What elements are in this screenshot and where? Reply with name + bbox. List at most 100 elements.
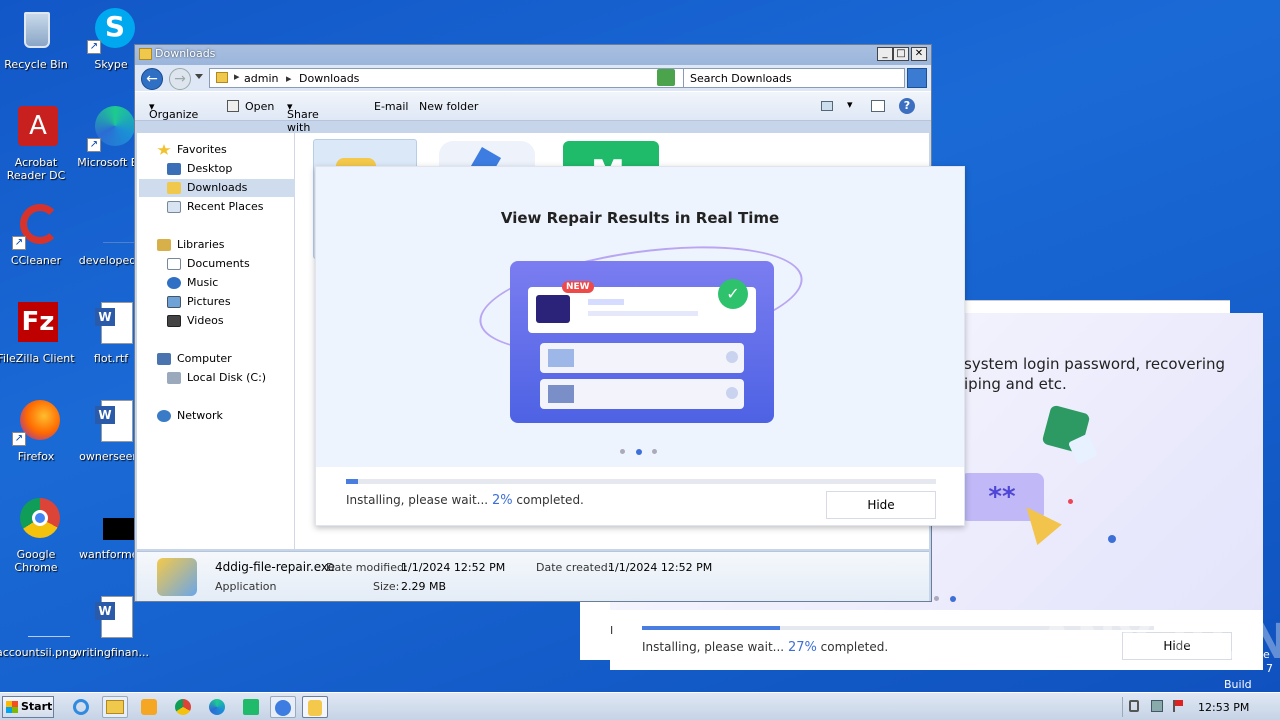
share-with-button[interactable]: Share with ▾ (287, 100, 319, 134)
acrobat-icon: A (12, 104, 60, 152)
nav-computer-label: Computer (177, 352, 232, 365)
search-icon[interactable] (907, 68, 927, 88)
desktop-icon-ccleaner[interactable]: ↗ CCleaner (0, 202, 76, 267)
nav-favorites-label: Favorites (177, 143, 227, 156)
view-dropdown-icon[interactable]: ▾ (847, 98, 853, 111)
preview-pane-icon[interactable] (871, 100, 885, 112)
details-pane: 4ddig-file-repair.exe Application Date m… (137, 551, 929, 601)
minimize-button[interactable]: _ (877, 47, 893, 61)
system-tray (1122, 697, 1192, 717)
videos-icon (167, 315, 181, 327)
installer-back-progress-fill (642, 626, 781, 630)
desktop-icon-acrobat[interactable]: A Acrobat Reader DC (0, 104, 76, 182)
carousel-dots (616, 449, 657, 457)
app-mockup: NEW ✓ (510, 261, 774, 423)
maximize-button[interactable]: □ (893, 47, 909, 61)
action-center-flag-icon[interactable] (1173, 700, 1183, 712)
taskbar-edge[interactable] (204, 696, 230, 718)
recent-places-icon (167, 201, 181, 213)
status-prefix: Installing, please wait... (346, 493, 489, 507)
carousel-dot[interactable] (620, 449, 625, 454)
desktop-icon-filezilla[interactable]: Fz FileZilla Client (0, 300, 76, 365)
taskbar-clock[interactable]: 12:53 PM (1198, 701, 1249, 714)
nav-libraries[interactable]: Libraries (157, 236, 313, 254)
carousel-dot-active[interactable] (636, 449, 642, 455)
status-prefix: Installing, please wait... (642, 640, 785, 654)
details-filename: 4ddig-file-repair.exe (215, 560, 336, 574)
installer-back-status: Installing, please wait... 27% completed… (642, 640, 888, 655)
details-modified-label: Date modified: (326, 561, 408, 574)
start-button[interactable]: Start (2, 696, 54, 718)
email-button[interactable]: E-mail (374, 100, 409, 113)
installer-front-progress-fill (346, 479, 358, 484)
dot-decoration (1108, 535, 1116, 543)
nav-network[interactable]: Network (157, 407, 313, 425)
status-suffix: completed. (820, 640, 889, 654)
status-percent: 2% (491, 493, 513, 508)
installer-front-status: Installing, please wait... 2% completed. (346, 493, 584, 508)
nav-downloads[interactable]: Downloads (139, 179, 295, 197)
explorer-titlebar[interactable]: Downloads _ □ ✕ (135, 45, 931, 65)
chrome-label: Google Chrome (14, 548, 58, 574)
small-check-icon (726, 351, 738, 363)
desktop-icon-chrome[interactable]: Google Chrome (0, 496, 76, 574)
small-check-icon (726, 387, 738, 399)
mockup-card (540, 379, 744, 409)
installer-front-hide-button[interactable]: Hide (826, 491, 936, 519)
nav-videos-label: Videos (187, 314, 224, 327)
taskbar-chrome[interactable] (170, 696, 196, 718)
writingfinan-label: writingfinan... (72, 646, 149, 659)
explorer-toolbar: Organize ▾ Open Share with ▾ E-mail New … (135, 91, 931, 134)
flot-label: flot.rtf (93, 352, 129, 365)
anyrun-watermark: ANY RUN (1038, 614, 1280, 670)
network-icon (157, 410, 171, 422)
new-folder-button[interactable]: New folder (419, 100, 478, 113)
check-icon: ✓ (718, 279, 748, 309)
explorer-navbar: ← → ▸ admin ▸ Downloads ▾ Search Downloa… (135, 65, 931, 91)
network-tray-icon[interactable] (1151, 700, 1163, 712)
view-icon[interactable] (821, 101, 833, 111)
start-label: Start (21, 700, 53, 713)
desktop-icon-writingfinan[interactable]: W writingfinan... (71, 594, 151, 659)
desktop-icon-recycle-bin[interactable]: Recycle Bin (0, 6, 76, 71)
breadcrumb-downloads[interactable]: Downloads (299, 72, 359, 85)
chrome-icon (12, 496, 60, 544)
forward-arrow-icon[interactable]: → (169, 68, 191, 90)
open-button[interactable]: Open (245, 100, 274, 113)
taskbar-installer[interactable] (302, 696, 328, 718)
green-app-icon (243, 699, 259, 715)
taskbar-app-green[interactable] (238, 696, 264, 718)
folder-icon (106, 700, 124, 714)
close-button[interactable]: ✕ (911, 47, 927, 61)
taskbar-app-repair[interactable] (270, 696, 296, 718)
nav-computer[interactable]: Computer (157, 350, 313, 368)
speaker-icon[interactable] (1129, 700, 1139, 712)
taskbar-media-player[interactable] (136, 696, 162, 718)
nav-favorites[interactable]: Favorites (157, 141, 313, 159)
nav-pictures-label: Pictures (187, 295, 231, 308)
organize-label: Organize (149, 108, 199, 121)
history-dropdown-icon[interactable] (195, 74, 203, 79)
computer-icon (157, 353, 171, 365)
placeholder-line (588, 299, 624, 305)
carousel-dot[interactable] (652, 449, 657, 454)
search-input[interactable]: Search Downloads (683, 68, 905, 88)
ie-icon (73, 699, 89, 715)
organize-button[interactable]: Organize ▾ (149, 100, 198, 121)
refresh-icon[interactable] (657, 69, 675, 86)
share-with-label: Share with (287, 108, 319, 134)
breadcrumb-admin[interactable]: admin (244, 72, 278, 85)
word-document-icon: W (87, 594, 135, 642)
installer-front-progress-track (346, 479, 936, 484)
help-icon[interactable]: ? (899, 98, 915, 114)
word-document-icon: W (87, 300, 135, 348)
desktop-icon-firefox[interactable]: ↗ Firefox (0, 398, 76, 463)
taskbar-ie[interactable] (68, 696, 94, 718)
taskbar-explorer[interactable] (102, 696, 128, 718)
installer-back-text-line2: iping and etc. (964, 375, 1067, 393)
back-arrow-icon[interactable]: ← (141, 68, 163, 90)
details-modified-value: 1/1/2024 12:52 PM (401, 561, 506, 574)
file-icon (87, 496, 149, 544)
documents-icon (167, 258, 181, 270)
desktop-icon-accountsii[interactable]: accountsii.png (0, 594, 76, 659)
